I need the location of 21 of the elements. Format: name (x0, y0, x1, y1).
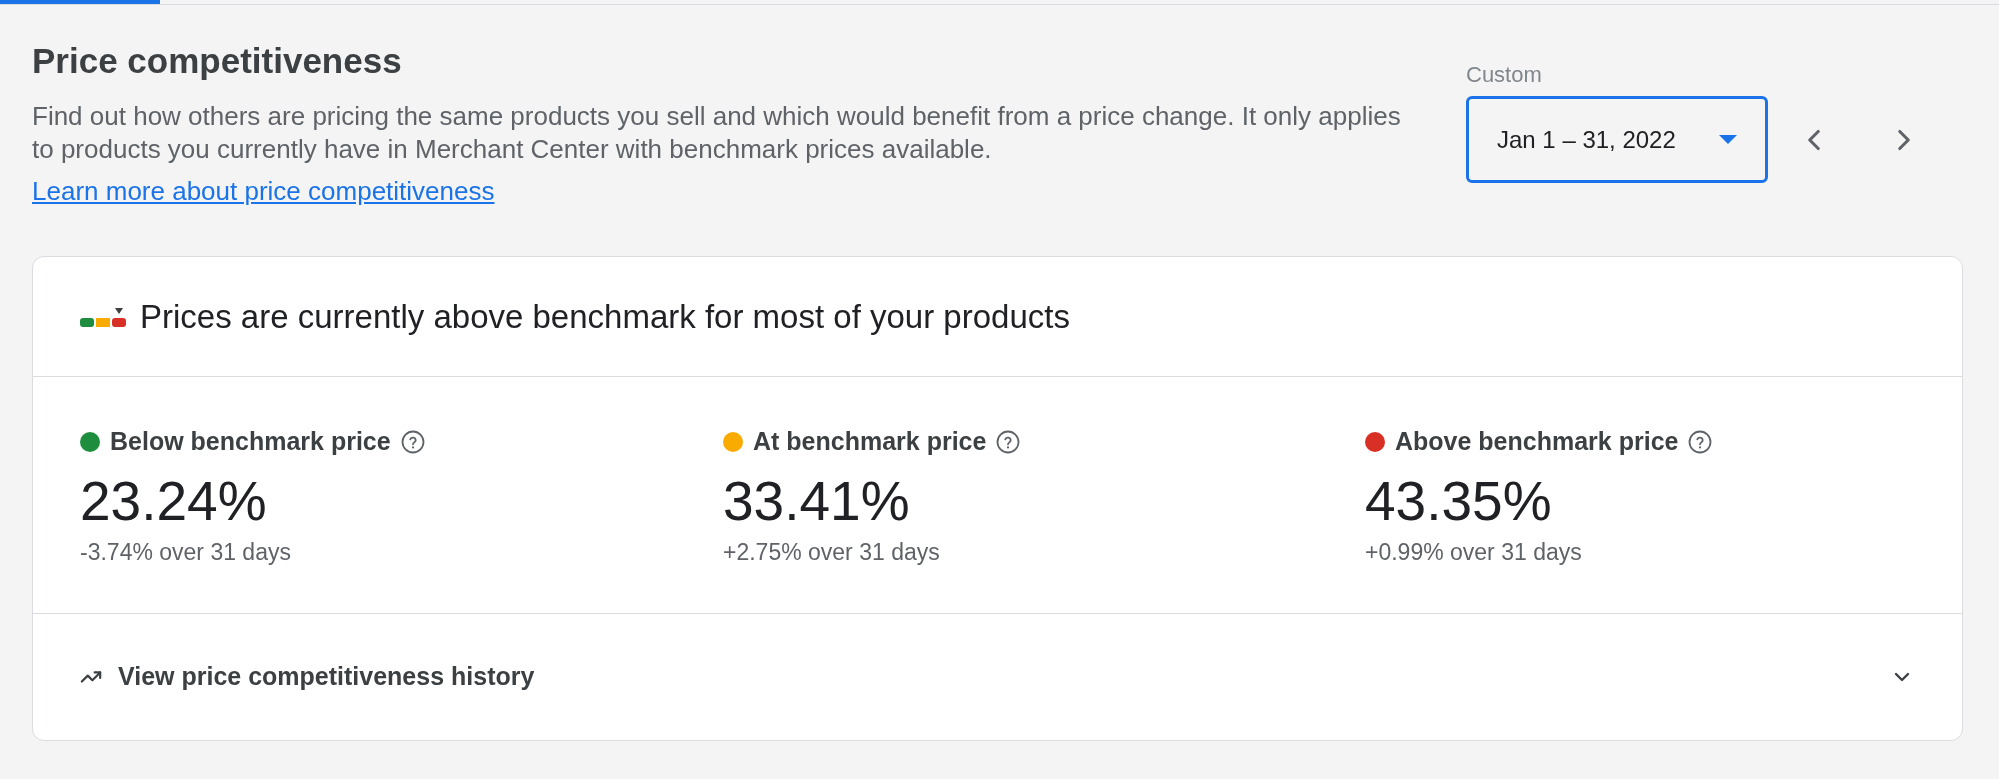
help-icon[interactable] (400, 430, 425, 454)
page-description: Find out how others are pricing the same products you sell and which would benefit from a price change. It only applies to products you currently have in Merchant Center with benchmark prices available. (32, 100, 1402, 166)
metric-value: 23.24% (80, 471, 267, 531)
learn-more-link[interactable]: Learn more about price competitiveness (32, 175, 495, 208)
page-title: Price competitiveness (32, 41, 402, 81)
metric-change: +2.75% over 31 days (723, 538, 940, 566)
help-icon[interactable] (996, 430, 1021, 454)
dropdown-caret-icon (1719, 135, 1737, 144)
summary-heading: Prices are currently above benchmark for most of your products (140, 296, 1070, 337)
metric-value: 33.41% (723, 471, 910, 531)
metric-label: At benchmark price (753, 426, 987, 458)
metric-change: -3.74% over 31 days (80, 538, 291, 566)
date-range-label: Custom (1466, 62, 1542, 88)
metric-label: Above benchmark price (1395, 426, 1679, 458)
metric-label: Below benchmark price (110, 426, 391, 458)
metric-change: +0.99% over 31 days (1365, 538, 1582, 566)
metric-value: 43.35% (1365, 471, 1552, 531)
history-expander[interactable]: View price competitiveness history (33, 614, 1962, 740)
help-icon[interactable] (1688, 430, 1713, 454)
price-gauge-icon (80, 305, 126, 328)
date-range-dropdown[interactable]: Jan 1 – 31, 2022 (1466, 96, 1768, 183)
